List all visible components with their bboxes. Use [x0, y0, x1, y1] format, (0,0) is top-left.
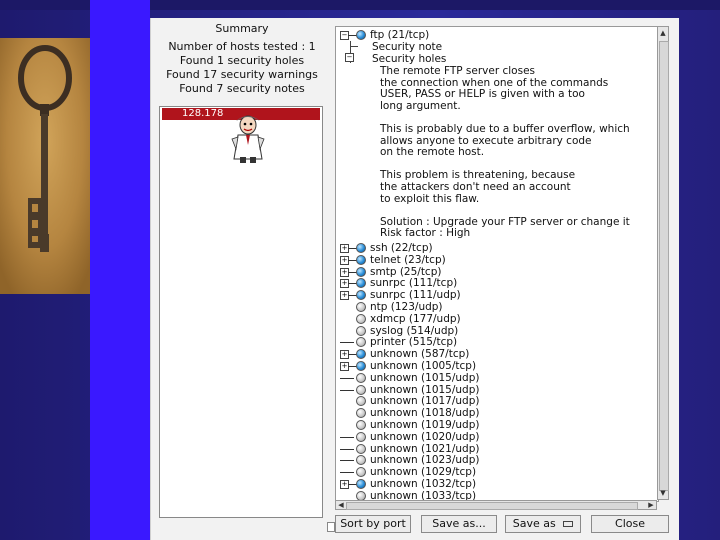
- note-icon: [356, 349, 366, 360]
- tree-item-port[interactable]: unknown (1029/tcp): [370, 466, 476, 478]
- no-finding-icon: [356, 443, 366, 454]
- description-line: USER, PASS or HELP is given with a too: [380, 88, 585, 101]
- tree-item-port[interactable]: ntp (123/udp): [370, 301, 443, 313]
- no-finding-icon: [356, 408, 366, 419]
- resize-grip-icon[interactable]: [327, 522, 335, 532]
- summary-hosts-tested: Number of hosts tested : 1: [168, 40, 316, 53]
- key-image: [0, 38, 90, 294]
- note-icon: [356, 278, 366, 289]
- no-finding-icon: [356, 396, 366, 407]
- description-line: to exploit this flaw.: [380, 192, 480, 205]
- tree-item-port[interactable]: ssh (22/tcp): [370, 242, 433, 254]
- tree-item-port[interactable]: sunrpc (111/tcp): [370, 277, 457, 289]
- summary-security-warnings: Found 17 security warnings: [166, 68, 318, 81]
- note-icon: [356, 266, 366, 277]
- no-finding-icon: [356, 467, 366, 478]
- key-photo: [0, 38, 90, 294]
- save-format-label: Save as: [512, 517, 556, 530]
- blue-stripe: [90, 0, 150, 540]
- tree-item-security-note[interactable]: Security note: [372, 41, 442, 53]
- save-format-menu[interactable]: Save as: [505, 515, 581, 533]
- description-line: The remote FTP server closes: [380, 65, 536, 77]
- tree-branch: [340, 342, 354, 344]
- tree-item-security-holes[interactable]: Security holes: [372, 53, 446, 65]
- tree-item-port[interactable]: printer (515/tcp): [370, 336, 457, 348]
- tree-item-port[interactable]: sunrpc (111/udp): [370, 289, 461, 301]
- no-finding-icon: [356, 302, 366, 312]
- tree-item-port[interactable]: unknown (1015/udp): [370, 384, 480, 396]
- note-icon: [356, 290, 366, 301]
- sort-by-port-button[interactable]: Sort by port: [335, 515, 411, 533]
- tree-item-port[interactable]: unknown (587/tcp): [370, 348, 469, 360]
- tree-item-port[interactable]: unknown (1020/udp): [370, 431, 480, 443]
- tree-item-port[interactable]: unknown (1032/tcp): [370, 478, 476, 490]
- host-list[interactable]: 128.178: [159, 106, 323, 518]
- tree-branch: [340, 436, 354, 438]
- summary-title: Summary: [215, 22, 269, 35]
- report-tree[interactable]: − ftp (21/tcp) − Security note Security …: [335, 26, 659, 502]
- description-line: on the remote host.: [380, 146, 485, 159]
- save-as-button[interactable]: Save as...: [421, 515, 497, 533]
- tree-item-port[interactable]: unknown (1005/tcp): [370, 360, 476, 372]
- note-icon: [356, 243, 366, 253]
- tree-branch: [340, 460, 354, 462]
- no-finding-icon: [356, 337, 366, 348]
- tree-branch: [340, 377, 354, 379]
- tree-item-ftp[interactable]: ftp (21/tcp): [370, 29, 429, 41]
- tree-item-port[interactable]: telnet (23/tcp): [370, 254, 446, 266]
- no-finding-icon: [356, 313, 366, 324]
- no-finding-icon: [356, 420, 366, 430]
- scroll-down-icon[interactable]: ▼: [659, 488, 667, 498]
- tree-branch: [340, 389, 354, 391]
- tree-item-port[interactable]: xdmcp (177/udp): [370, 313, 461, 325]
- note-icon: [356, 479, 366, 489]
- tree-item-port[interactable]: unknown (1019/udp): [370, 419, 480, 431]
- summary-security-notes: Found 7 security notes: [179, 82, 305, 95]
- description-line: Risk factor : High: [380, 227, 471, 240]
- tree-item-port[interactable]: unknown (1015/udp): [370, 372, 480, 384]
- tree-item-port[interactable]: syslog (514/udp): [370, 325, 458, 337]
- note-icon: [356, 254, 366, 265]
- tree-branch: [340, 472, 354, 474]
- no-finding-icon: [356, 455, 366, 466]
- tree-item-port[interactable]: unknown (1021/udp): [370, 443, 480, 455]
- horizontal-scroll-thumb[interactable]: [346, 502, 638, 510]
- tree-item-port[interactable]: smtp (25/tcp): [370, 266, 441, 278]
- mascot-icon: [231, 115, 265, 163]
- no-finding-icon: [356, 384, 366, 395]
- scroll-up-icon[interactable]: ▲: [659, 28, 667, 38]
- tree-item-port[interactable]: unknown (1017/udp): [370, 395, 480, 407]
- no-finding-icon: [356, 325, 366, 336]
- scroll-left-icon[interactable]: ◀: [336, 501, 346, 509]
- tree-branch: [350, 46, 358, 47]
- description-line: This is probably due to a buffer overflo…: [380, 123, 630, 135]
- horizontal-scrollbar[interactable]: ◀ ▶: [335, 500, 657, 510]
- scroll-right-icon[interactable]: ▶: [646, 501, 656, 509]
- no-finding-icon: [356, 372, 366, 383]
- summary-security-holes: Found 1 security holes: [179, 54, 305, 67]
- menu-indicator-icon: [563, 521, 574, 527]
- security-holes-collapse-toggle[interactable]: −: [345, 53, 354, 62]
- description-line: the attackers don't need an account: [380, 181, 571, 193]
- note-icon: [356, 361, 366, 371]
- no-finding-icon: [356, 431, 366, 442]
- tree-item-port[interactable]: unknown (1018/udp): [370, 407, 480, 419]
- tree-item-port[interactable]: unknown (1023/udp): [370, 454, 480, 466]
- nessus-report-window: Summary Number of hosts tested : 1 Found…: [150, 18, 679, 540]
- vertical-scroll-thumb[interactable]: [659, 41, 669, 491]
- vertical-scrollbar[interactable]: ▲ ▼: [657, 26, 669, 500]
- description-line: long argument.: [380, 99, 461, 112]
- close-button[interactable]: Close: [591, 515, 669, 533]
- note-icon: [356, 30, 366, 40]
- tree-branch: [340, 448, 354, 450]
